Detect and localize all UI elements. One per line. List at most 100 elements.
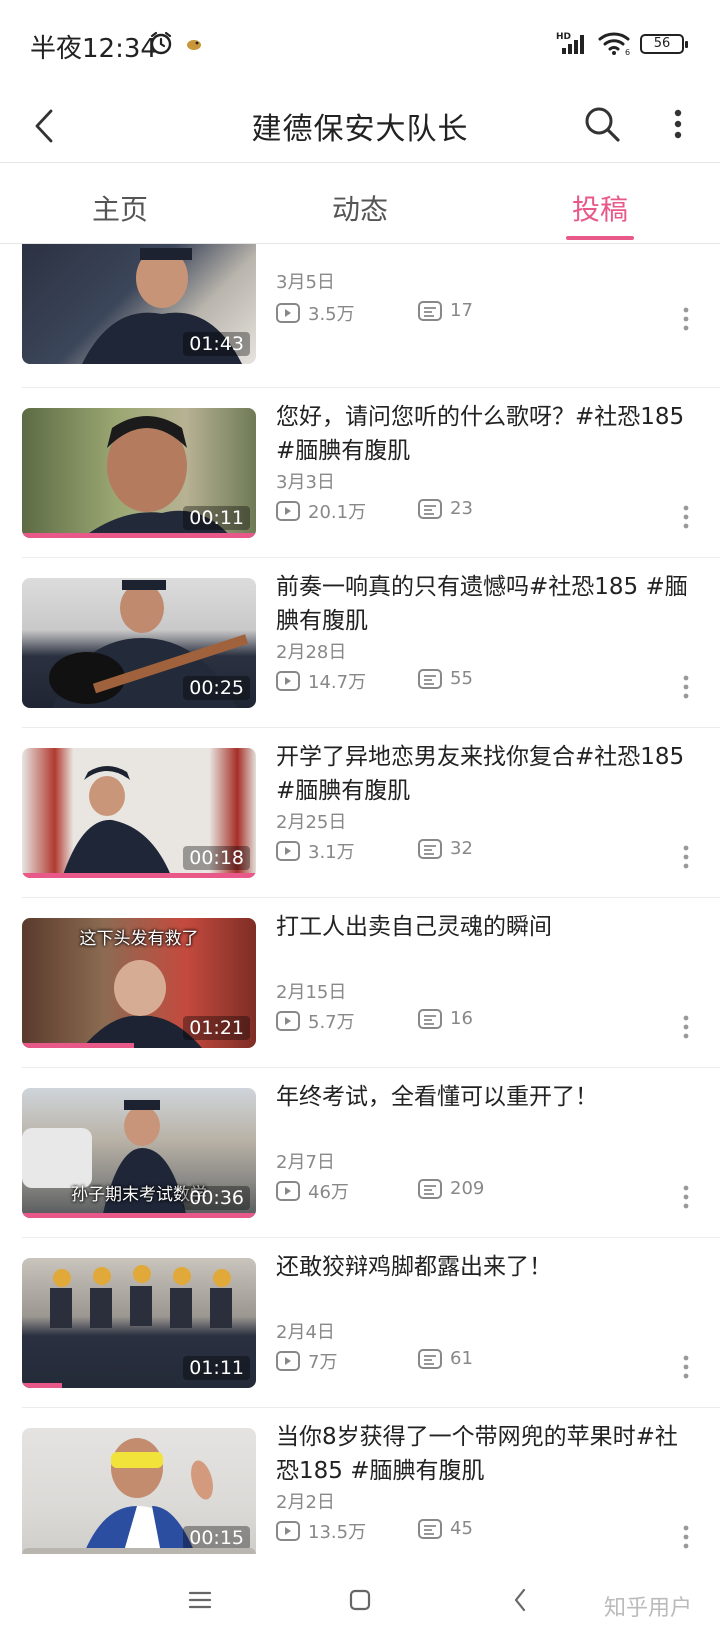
video-title[interactable]: 还敢狡辩鸡脚都露出来了！ — [276, 1250, 696, 1284]
back-icon — [514, 1588, 526, 1612]
video-duration: 00:25 — [183, 676, 250, 700]
video-title[interactable]: 打工人出卖自己灵魂的瞬间 — [276, 910, 696, 944]
view-count: 46万 — [276, 1178, 349, 1204]
video-item[interactable]: 这下头发有救了 01:21 打工人出卖自己灵魂的瞬间 2月15日 5.7万 16 — [0, 898, 720, 1068]
video-title[interactable]: 年终考试，全看懂可以重开了！ — [276, 1080, 696, 1114]
danmaku-icon — [418, 1348, 442, 1369]
video-duration: 00:15 — [183, 1526, 250, 1550]
tab-feed[interactable]: 动态 — [280, 188, 440, 228]
video-duration: 00:11 — [183, 506, 250, 530]
video-thumbnail[interactable]: 00:25 — [22, 578, 256, 708]
home-button[interactable] — [336, 1576, 384, 1624]
system-nav-bar: 知乎用户 — [0, 1560, 720, 1640]
danmaku-icon — [418, 300, 442, 321]
more-vertical-icon — [683, 505, 689, 529]
more-vertical-icon — [683, 1525, 689, 1549]
recent-apps-button[interactable] — [176, 1576, 224, 1624]
view-count: 7万 — [276, 1348, 337, 1374]
video-date: 2月2日 — [276, 1492, 335, 1513]
tab-home[interactable]: 主页 — [40, 188, 200, 228]
item-more-button[interactable] — [676, 1352, 696, 1382]
header-divider — [0, 162, 720, 163]
comment-count: 16 — [418, 1008, 473, 1029]
danmaku-icon — [418, 1008, 442, 1029]
view-count: 5.7万 — [276, 1008, 355, 1034]
header: 建德保安大队长 — [0, 84, 720, 168]
search-icon — [585, 107, 620, 142]
watch-progress-bar — [22, 533, 256, 538]
video-item[interactable]: 00:18 开学了异地恋男友来找你复合#社恐185 #腼腆有腹肌 2月25日 3… — [0, 728, 720, 898]
hd-signal-icon: HD — [556, 30, 590, 60]
video-item[interactable]: 00:15 当你8岁获得了一个带网兜的苹果时#社恐185 #腼腆有腹肌 2月2日… — [0, 1408, 720, 1554]
watermark: 知乎用户 — [603, 1596, 692, 1621]
video-title[interactable]: 您好，请问您听的什么歌呀？#社恐185 #腼腆有腹肌 — [276, 400, 696, 468]
video-date: 2月25日 — [276, 812, 347, 833]
danmaku-icon — [418, 1518, 442, 1539]
view-count: 14.7万 — [276, 668, 366, 694]
video-date: 2月7日 — [276, 1152, 335, 1173]
comment-count: 209 — [418, 1178, 484, 1199]
item-more-button[interactable] — [676, 672, 696, 702]
video-thumbnail[interactable]: 00:11 — [22, 408, 256, 538]
item-more-button[interactable] — [676, 304, 696, 334]
danmaku-icon — [418, 498, 442, 519]
video-date: 2月28日 — [276, 642, 347, 663]
more-options-button[interactable] — [662, 96, 694, 152]
alarm-icon — [148, 30, 174, 60]
play-count-icon — [276, 671, 300, 691]
view-count: 3.1万 — [276, 838, 355, 864]
svg-text:6: 6 — [625, 48, 630, 56]
active-tab-indicator — [566, 236, 634, 240]
play-count-icon — [276, 1011, 300, 1031]
video-item[interactable]: 01:11 还敢狡辩鸡脚都露出来了！ 2月4日 7万 61 — [0, 1238, 720, 1408]
video-thumbnail[interactable]: 这下头发有救了 01:21 — [22, 918, 256, 1048]
view-count: 13.5万 — [276, 1518, 366, 1544]
play-count-icon — [276, 303, 300, 323]
danmaku-icon — [418, 838, 442, 859]
video-duration: 00:18 — [183, 846, 250, 870]
item-more-button[interactable] — [676, 502, 696, 532]
more-vertical-icon — [674, 109, 682, 139]
video-title[interactable]: 当你8岁获得了一个带网兜的苹果时#社恐185 #腼腆有腹肌 — [276, 1420, 696, 1488]
video-thumbnail[interactable]: 01:43 — [22, 244, 256, 364]
item-more-button[interactable] — [676, 1182, 696, 1212]
video-thumbnail[interactable]: 00:18 — [22, 748, 256, 878]
item-more-button[interactable] — [676, 1012, 696, 1042]
watch-progress-bar — [22, 1213, 256, 1218]
comment-count: 61 — [418, 1348, 473, 1369]
video-item[interactable]: 00:11 您好，请问您听的什么歌呀？#社恐185 #腼腆有腹肌 3月3日 20… — [0, 388, 720, 558]
video-title[interactable]: 开学了异地恋男友来找你复合#社恐185 #腼腆有腹肌 — [276, 740, 696, 808]
video-thumbnail[interactable]: 01:11 — [22, 1258, 256, 1388]
status-bar: 半夜12:34 HD 6 56 — [0, 0, 720, 84]
item-more-button[interactable] — [676, 1522, 696, 1552]
search-button[interactable] — [578, 96, 626, 152]
tab-posts[interactable]: 投稿 — [520, 188, 680, 228]
system-back-button[interactable] — [496, 1576, 544, 1624]
more-vertical-icon — [683, 307, 689, 331]
video-date: 2月15日 — [276, 982, 347, 1003]
video-thumbnail[interactable]: 00:15 — [22, 1428, 256, 1554]
watch-progress-bar — [22, 1043, 135, 1048]
video-duration: 01:21 — [183, 1016, 250, 1040]
video-item[interactable]: 孙子期末考试数学 00:36 年终考试，全看懂可以重开了！ 2月7日 46万 2… — [0, 1068, 720, 1238]
wifi-icon: 6 — [598, 30, 632, 60]
next-video-thumbnail-edge — [22, 1548, 256, 1554]
video-title[interactable]: 前奏一响真的只有遗憾吗#社恐185 #腼腆有腹肌 — [276, 570, 696, 638]
video-date: 2月4日 — [276, 1322, 335, 1343]
status-time: 半夜12:34 — [30, 34, 157, 64]
video-list[interactable]: 01:43 3月5日 3.5万 17 00:11 您好，请问您听的什么歌呀？#社… — [0, 244, 720, 1554]
home-square-icon — [349, 1589, 371, 1611]
watch-progress-bar — [22, 1383, 62, 1388]
danmaku-icon — [418, 1178, 442, 1199]
video-item[interactable]: 01:43 3月5日 3.5万 17 — [0, 244, 720, 388]
more-vertical-icon — [683, 845, 689, 869]
video-thumbnail[interactable]: 孙子期末考试数学 00:36 — [22, 1088, 256, 1218]
watch-progress-bar — [22, 873, 256, 878]
video-duration: 01:11 — [183, 1356, 250, 1380]
comment-count: 32 — [418, 838, 473, 859]
danmaku-icon — [418, 668, 442, 689]
video-item[interactable]: 00:25 前奏一响真的只有遗憾吗#社恐185 #腼腆有腹肌 2月28日 14.… — [0, 558, 720, 728]
item-more-button[interactable] — [676, 842, 696, 872]
more-vertical-icon — [683, 1185, 689, 1209]
comment-count: 23 — [418, 498, 473, 519]
